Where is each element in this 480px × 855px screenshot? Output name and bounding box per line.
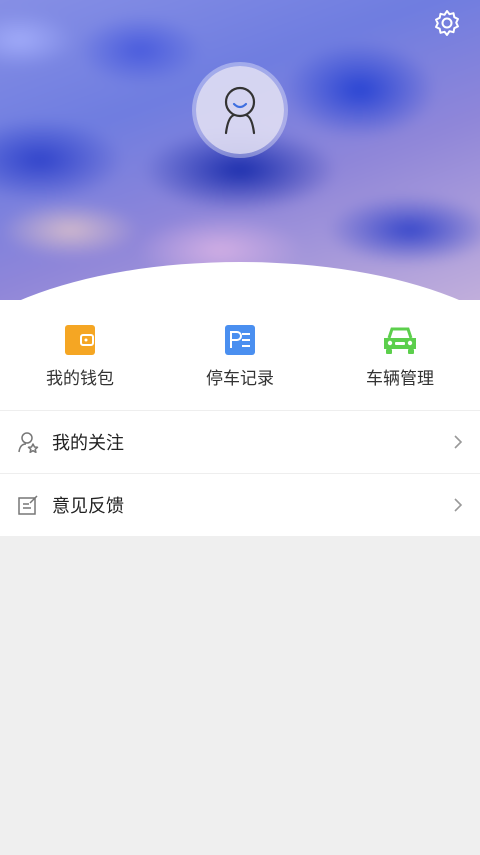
feedback-edit-icon [18,495,38,515]
menu-item-my-follows[interactable]: 我的关注 [0,410,480,473]
car-icon [384,327,416,354]
menu-list: 我的关注 意见反馈 [0,410,480,536]
user-avatar-icon [224,86,256,135]
menu-item-label: 我的关注 [52,433,124,454]
chevron-right-icon [454,435,463,449]
wallet-icon [65,325,95,355]
parking-record-label: 停车记录 [206,369,274,389]
vehicle-management-label: 车辆管理 [366,369,434,389]
follow-user-icon [18,432,39,453]
gear-icon [435,10,459,36]
menu-item-feedback[interactable]: 意见反馈 [0,473,480,536]
parking-record-icon [225,325,255,355]
wallet-button[interactable]: 我的钱包 [0,300,160,410]
settings-button[interactable] [432,8,462,38]
quick-actions: 我的钱包 停车记录 车辆管理 [0,300,480,410]
parking-record-button[interactable]: 停车记录 [160,300,320,410]
avatar[interactable] [196,66,284,154]
wallet-label: 我的钱包 [46,369,114,389]
profile-header [0,0,480,300]
chevron-right-icon [454,498,463,512]
menu-item-label: 意见反馈 [52,496,124,517]
vehicle-management-button[interactable]: 车辆管理 [320,300,480,410]
